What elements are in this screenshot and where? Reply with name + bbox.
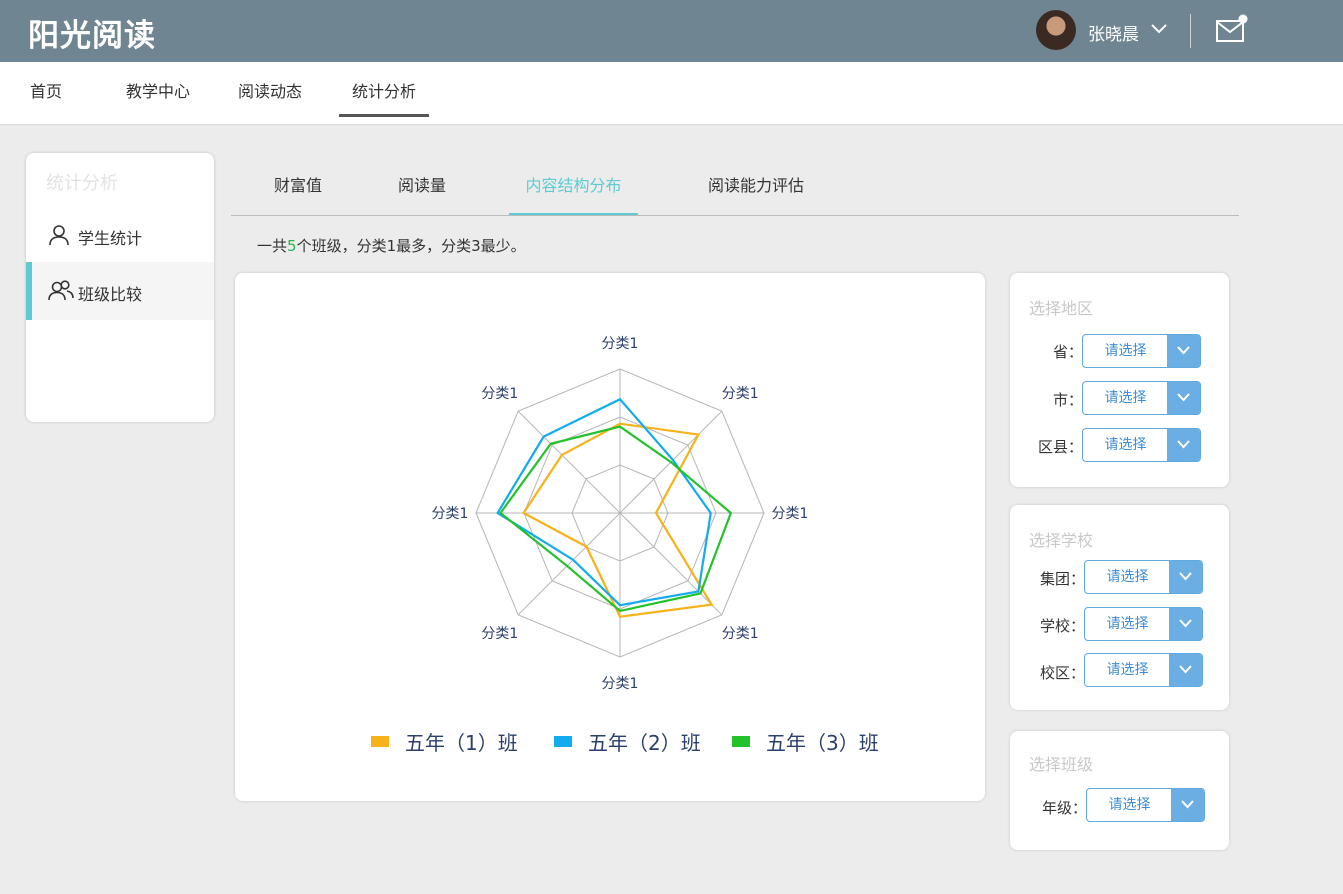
radar-axis-label: 分类1 (602, 676, 639, 692)
nav-item-home[interactable]: 首页 (18, 62, 74, 117)
campus-label: 校区： (1039, 664, 1085, 682)
legend-label: 五年（3）班 (766, 731, 879, 755)
legend-swatch (554, 736, 572, 747)
chart-legend: 五年（1）班 五年（2）班 五年（3）班 (235, 727, 985, 757)
radar-axis-label: 分类1 (481, 386, 518, 402)
district-label: 区县： (1037, 438, 1083, 456)
nav-item-reading-activity[interactable]: 阅读动态 (230, 62, 310, 117)
sidebar-item-class-compare[interactable]: 班级比较 (26, 262, 214, 320)
school-label: 学校： (1039, 617, 1085, 635)
nav-item-teaching-center[interactable]: 教学中心 (118, 62, 198, 117)
legend-swatch (371, 736, 389, 747)
radar-chart: 分类1 分类1 分类1 分类1 分类1 分类1 分类1 分类1 (432, 336, 809, 692)
tab-reading-volume[interactable]: 阅读量 (382, 161, 462, 216)
chevron-down-icon (1179, 619, 1192, 628)
sidebar-title: 统计分析 (46, 173, 118, 194)
chevron-down-icon (1177, 393, 1190, 402)
summary-text: 一共5个班级，分类1最多，分类3最少。 (257, 237, 526, 255)
chevron-down-icon (1177, 346, 1190, 355)
school-filter-card: 选择学校 集团： 请选择 学校： 请选择 校区： 请选择 (1010, 505, 1229, 710)
app-logo[interactable]: 阳光阅读 (28, 10, 156, 55)
chevron-down-icon (1181, 800, 1194, 809)
chevron-down-icon (1179, 665, 1192, 674)
district-select[interactable]: 请选择 (1082, 428, 1201, 462)
radar-axis-label: 分类1 (722, 386, 759, 402)
school-filter-title: 选择学校 (1029, 531, 1094, 550)
legend-label: 五年（2）班 (588, 731, 701, 755)
chevron-down-icon (1177, 440, 1190, 449)
tabs-divider (231, 215, 1239, 216)
group-label: 集团： (1039, 570, 1085, 588)
radar-axis-label: 分类1 (772, 506, 809, 522)
radar-axis-label: 分类1 (481, 626, 518, 642)
legend-item-class-3[interactable]: 五年（3）班 (732, 727, 892, 757)
tab-wealth[interactable]: 财富值 (258, 161, 338, 216)
grade-label: 年级： (1041, 799, 1087, 817)
class-count: 5 (287, 237, 297, 255)
mail-icon[interactable] (1215, 14, 1249, 46)
nav-item-statistics[interactable]: 统计分析 (339, 62, 429, 117)
radar-chart-card: 分类1 分类1 分类1 分类1 分类1 分类1 分类1 分类1 五年（1）班 五年（2）班 五… (235, 273, 985, 801)
city-label: 市： (1052, 391, 1083, 409)
region-filter-card: 选择地区 省： 请选择 市： 请选择 区县： 请选择 (1010, 273, 1229, 487)
main-nav: 首页 教学中心 阅读动态 统计分析 (0, 62, 1343, 125)
radar-series-line (521, 422, 714, 618)
legend-item-class-2[interactable]: 五年（2）班 (554, 727, 714, 757)
header-divider (1190, 14, 1191, 48)
class-filter-card: 选择班级 年级： 请选择 (1010, 731, 1229, 850)
legend-item-class-1[interactable]: 五年（1）班 (371, 727, 531, 757)
group-select[interactable]: 请选择 (1084, 560, 1203, 594)
sidebar-item-student-stats[interactable]: 学生统计 (26, 206, 214, 264)
province-label: 省： (1052, 343, 1083, 361)
campus-select[interactable]: 请选择 (1084, 653, 1203, 687)
radar-axis-label: 分类1 (432, 506, 469, 522)
radar-axis-label: 分类1 (722, 626, 759, 642)
radar-axis-line (517, 512, 621, 616)
chevron-down-icon (1179, 572, 1192, 581)
legend-swatch (732, 736, 750, 747)
sidebar: 统计分析 学生统计 班级比较 (26, 153, 214, 422)
tab-reading-ability[interactable]: 阅读能力评估 (694, 161, 818, 216)
top-bar: 阳光阅读 张晓晨 (0, 0, 1343, 62)
region-filter-title: 选择地区 (1029, 299, 1094, 318)
chevron-down-icon[interactable] (1150, 22, 1168, 36)
city-select[interactable]: 请选择 (1082, 381, 1201, 415)
legend-label: 五年（1）班 (405, 731, 518, 755)
province-select[interactable]: 请选择 (1082, 334, 1201, 368)
user-icon (49, 225, 69, 246)
school-select[interactable]: 请选择 (1084, 607, 1203, 641)
tab-content-structure[interactable]: 内容结构分布 (509, 161, 638, 216)
users-icon (48, 280, 74, 301)
avatar[interactable] (1036, 10, 1076, 50)
username[interactable]: 张晓晨 (1088, 20, 1139, 45)
sidebar-item-label: 学生统计 (78, 229, 143, 248)
sidebar-item-label: 班级比较 (78, 285, 143, 304)
radar-axis-label: 分类1 (602, 336, 639, 352)
grade-select[interactable]: 请选择 (1086, 788, 1205, 822)
class-filter-title: 选择班级 (1029, 755, 1094, 774)
